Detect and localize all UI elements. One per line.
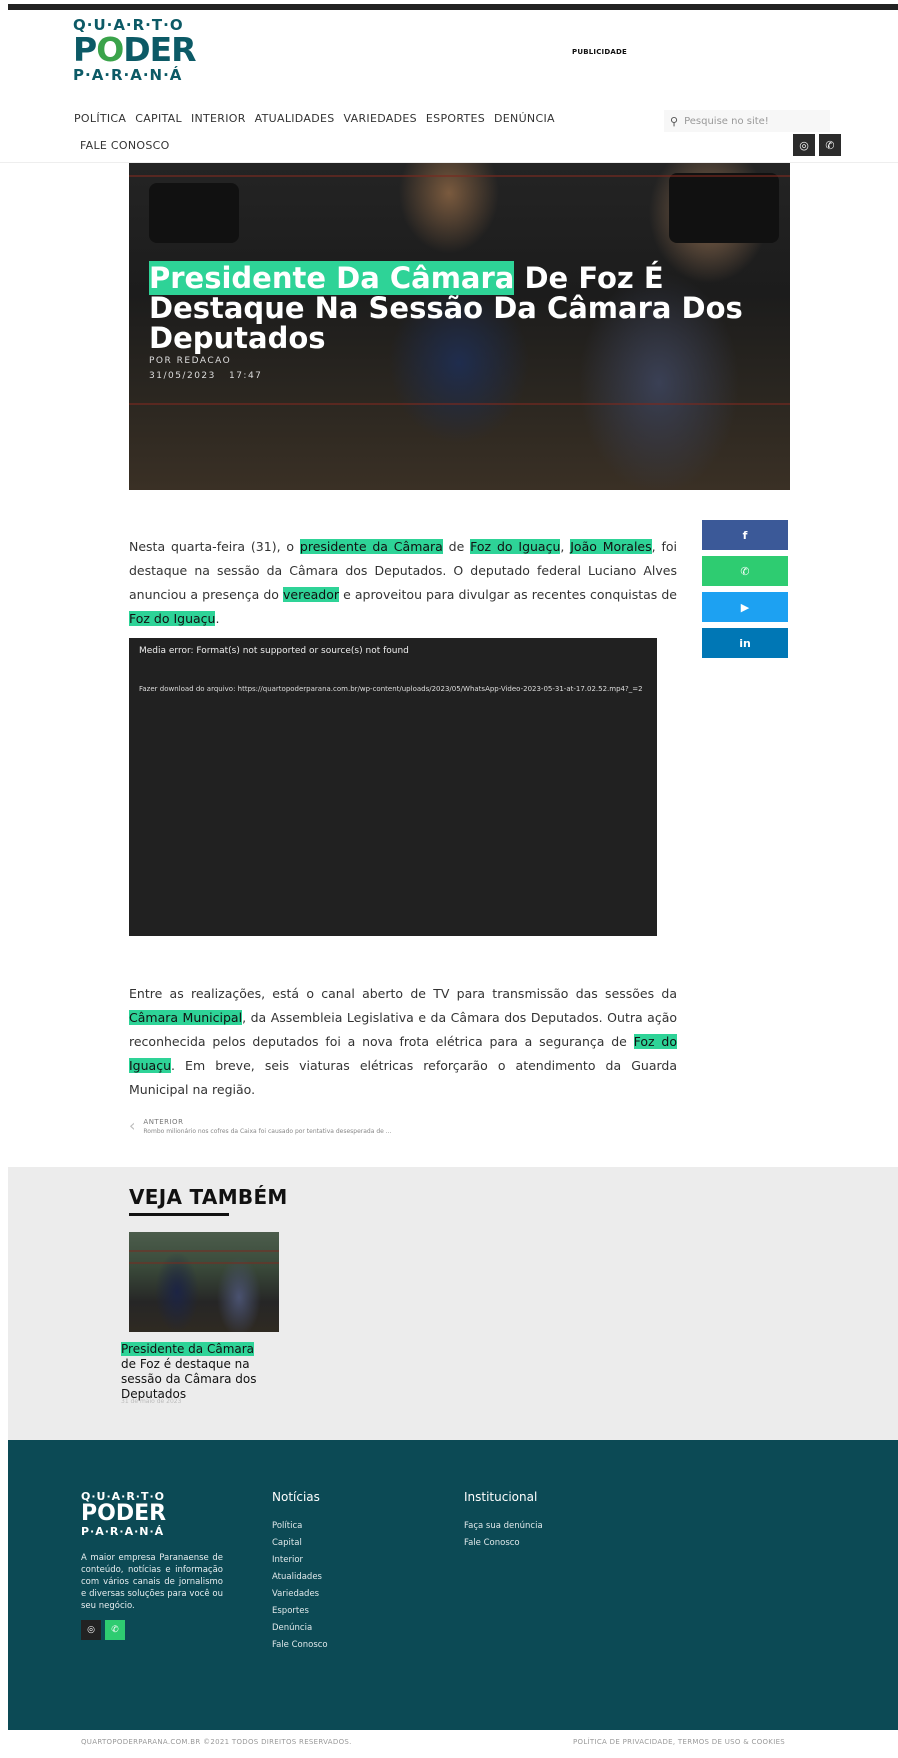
logo-line-2: PODER <box>73 30 197 69</box>
footer-link[interactable]: Denúncia <box>272 1620 328 1637</box>
footer-logo-line-2: PODER <box>81 1501 167 1526</box>
thumb-bg-line <box>129 1250 279 1252</box>
footer-link[interactable]: Fale Conosco <box>272 1637 328 1654</box>
nav-item-variedades[interactable]: VARIEDADES <box>344 112 417 125</box>
footer-inst-links: Faça sua denúncia Fale Conosco <box>464 1518 543 1552</box>
tag-link[interactable]: Foz do Iguaçu <box>470 539 561 554</box>
tag-link[interactable]: Câmara Municipal <box>129 1010 243 1025</box>
footer-social: ◎ ✆ <box>81 1620 125 1640</box>
hero-bg-seat <box>149 183 239 243</box>
linkedin-icon: in <box>739 636 751 650</box>
footer-news-links: Política Capital Interior Atualidades Va… <box>272 1518 328 1654</box>
footer-logo[interactable]: Q·U·A·R·T·O PODER P·A·R·A·N·Á <box>81 1490 191 1538</box>
hero-bg-line <box>129 403 790 405</box>
footer-link[interactable]: Atualidades <box>272 1569 328 1586</box>
previous-label: ANTERIOR <box>143 1118 184 1126</box>
footer-link[interactable]: Variedades <box>272 1586 328 1603</box>
title-highlight[interactable]: Presidente Da Câmara <box>149 261 515 295</box>
article-title: Presidente Da Câmara De Foz É Destaque N… <box>149 261 769 353</box>
nav-item-interior[interactable]: INTERIOR <box>191 112 246 125</box>
ad-label: PUBLICIDADE <box>572 48 627 56</box>
nav-item-capital[interactable]: CAPITAL <box>135 112 182 125</box>
tag-link[interactable]: presidente da Câmara <box>299 539 443 554</box>
copyright: QUARTOPODERPARANA.COM.BR ©2021 TODOS DIR… <box>81 1738 352 1746</box>
related-thumbnail[interactable] <box>129 1232 279 1332</box>
download-link[interactable]: Fazer download do arquivo: https://quart… <box>139 676 649 703</box>
share-whatsapp-button[interactable]: ✆ <box>702 556 788 586</box>
previous-title: Rombo milionário nos cofres da Caixa foi… <box>143 1128 392 1135</box>
site-logo[interactable]: Q·U·A·R·T·O PODER P·A·R·A·N·Á <box>73 16 223 84</box>
nav-item-fale-conosco[interactable]: FALE CONOSCO <box>80 139 170 152</box>
twitter-icon: ▶ <box>740 600 750 614</box>
tag-link[interactable]: João Morales <box>570 539 652 554</box>
whatsapp-icon[interactable]: ✆ <box>105 1620 125 1640</box>
footer-inst-heading: Institucional <box>464 1490 538 1504</box>
nav-item-esportes[interactable]: ESPORTES <box>426 112 485 125</box>
publish-date: 31/05/2023 17:47 <box>149 371 263 381</box>
footer-description: A maior empresa Paranaense de conteúdo, … <box>81 1553 223 1611</box>
whatsapp-icon: ✆ <box>740 564 750 578</box>
hero-image: Presidente Da Câmara De Foz É Destaque N… <box>129 163 790 490</box>
bottom-bar: QUARTOPODERPARANA.COM.BR ©2021 TODOS DIR… <box>0 1730 898 1758</box>
footer-link[interactable]: Fale Conosco <box>464 1535 543 1552</box>
footer: Q·U·A·R·T·O PODER P·A·R·A·N·Á A maior em… <box>8 1440 898 1730</box>
share-twitter-button[interactable]: ▶ <box>702 592 788 622</box>
share-facebook-button[interactable]: f <box>702 520 788 550</box>
share-linkedin-button[interactable]: in <box>702 628 788 658</box>
search-icon: ⚲ <box>670 114 679 128</box>
main-nav: POLÍTICA CAPITAL INTERIOR ATUALIDADES VA… <box>74 112 555 125</box>
thumb-bg-line <box>129 1262 279 1264</box>
legal-links[interactable]: POLÍTICA DE PRIVACIDADE, TERMOS DE USO &… <box>573 1738 785 1746</box>
footer-link[interactable]: Interior <box>272 1552 328 1569</box>
article-paragraph-1: Nesta quarta-feira (31), o presidente da… <box>129 539 677 626</box>
top-bar <box>8 4 898 10</box>
related-heading: VEJA TAMBÉM <box>129 1185 288 1209</box>
nav-item-atualidades[interactable]: ATUALIDADES <box>255 112 335 125</box>
footer-link[interactable]: Política <box>272 1518 328 1535</box>
video-player[interactable]: Media error: Format(s) not supported or … <box>129 638 657 936</box>
related-date: 31 de maio de 2023 <box>121 1398 182 1405</box>
footer-link[interactable]: Esportes <box>272 1603 328 1620</box>
tag-link[interactable]: vereador <box>283 587 340 602</box>
previous-post-link[interactable]: ‹ ANTERIOR Rombo milionário nos cofres d… <box>129 1116 392 1136</box>
footer-link[interactable]: Faça sua denúncia <box>464 1518 543 1535</box>
nav-item-politica[interactable]: POLÍTICA <box>74 112 126 125</box>
footer-news-heading: Notícias <box>272 1490 320 1504</box>
article-paragraph-2: Entre as realizações, está o canal abert… <box>129 986 678 1097</box>
facebook-icon: f <box>742 528 748 542</box>
hero-bg-seat <box>669 173 779 243</box>
footer-link[interactable]: Capital <box>272 1535 328 1552</box>
tag-link[interactable]: Foz do Iguaçu <box>129 611 216 626</box>
heading-underline <box>129 1213 229 1216</box>
header-social: ◎ ✆ <box>793 134 841 156</box>
whatsapp-icon[interactable]: ✆ <box>819 134 841 156</box>
related-title[interactable]: Presidente da Câmara de Foz é destaque na… <box>121 1342 261 1402</box>
instagram-icon[interactable]: ◎ <box>793 134 815 156</box>
media-error-text: Media error: Format(s) not supported or … <box>139 646 409 656</box>
byline: POR REDACAO <box>149 356 232 366</box>
search-box[interactable]: ⚲ Pesquise no site! <box>664 110 830 132</box>
instagram-icon[interactable]: ◎ <box>81 1620 101 1640</box>
hero-bg-line <box>129 175 790 177</box>
logo-line-3: P·A·R·A·N·Á <box>73 66 183 84</box>
search-input[interactable]: Pesquise no site! <box>684 116 769 127</box>
nav-item-denuncia[interactable]: DENÚNCIA <box>494 112 555 125</box>
footer-logo-line-3: P·A·R·A·N·Á <box>81 1525 165 1538</box>
chevron-left-icon: ‹ <box>129 1116 136 1135</box>
